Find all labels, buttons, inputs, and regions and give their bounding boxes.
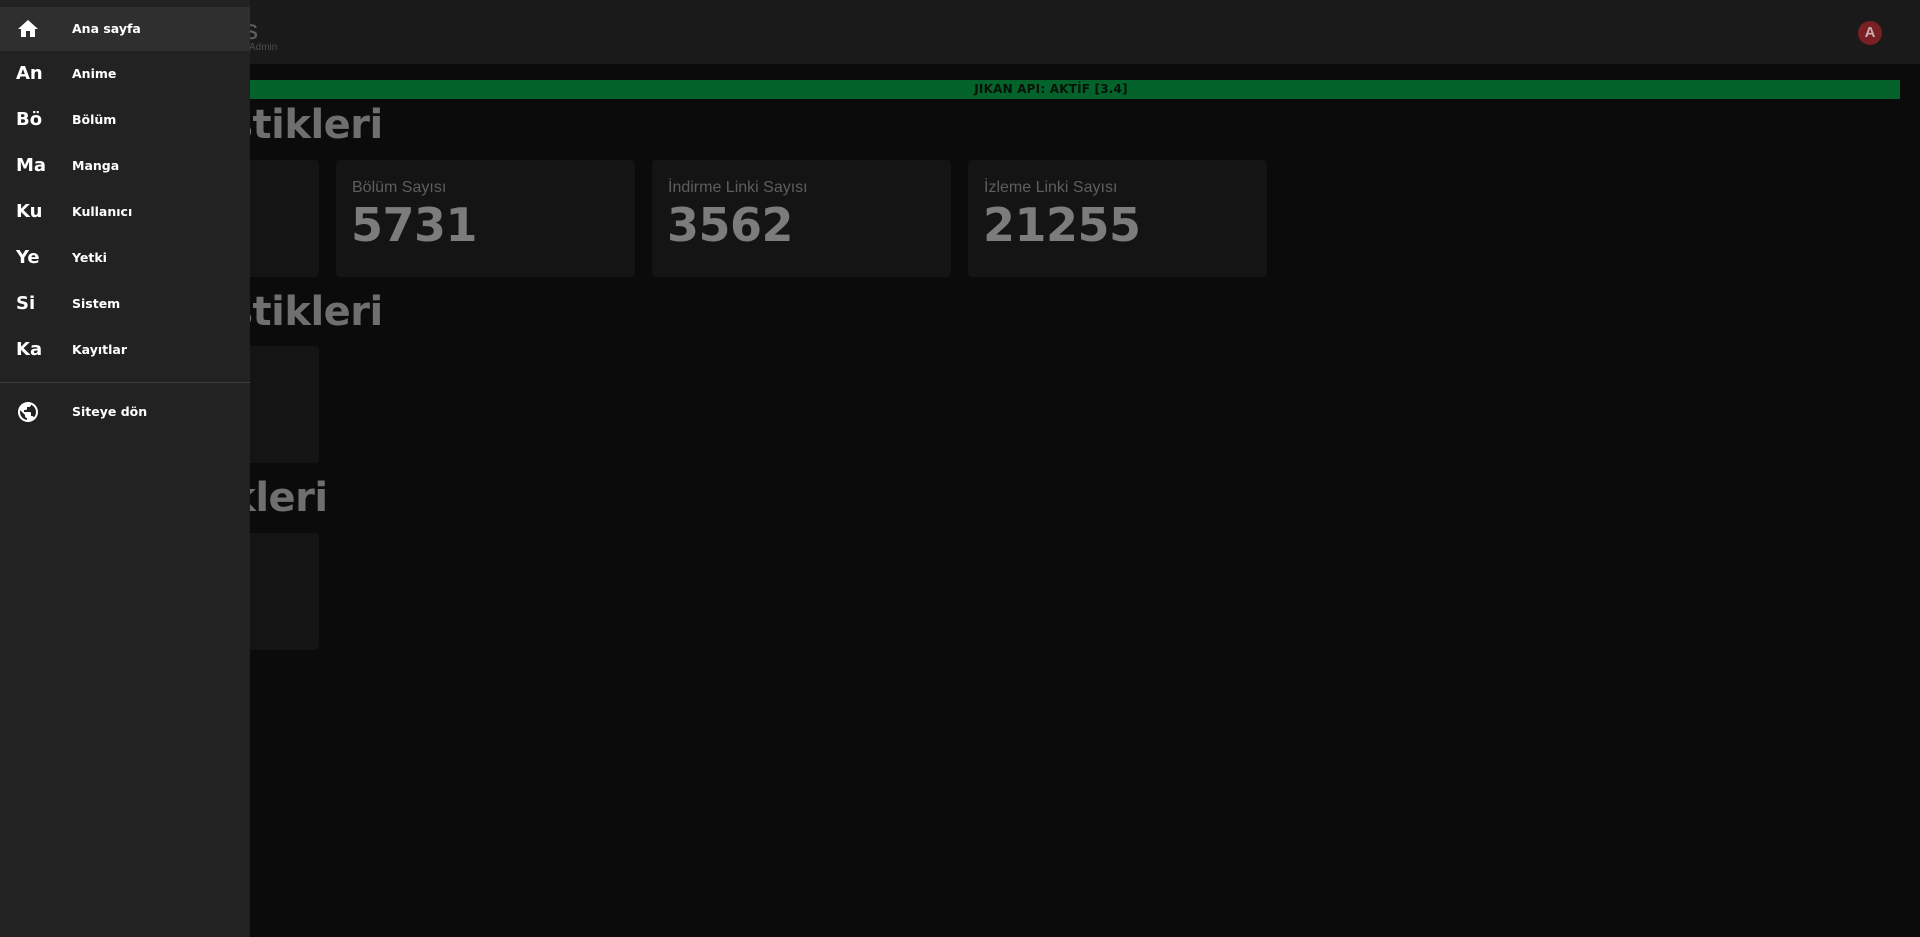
nav-item-abbr: Ku [16, 201, 43, 222]
nav-item-label: Bölüm [72, 112, 117, 127]
globe-icon [16, 400, 40, 424]
nav-item-label: Yetki [72, 250, 107, 265]
nav-item-label: Kullanıcı [72, 204, 133, 219]
nav-item-abbr: Ye [16, 247, 40, 268]
nav-item-abbr: Ma [16, 155, 47, 176]
nav-item-label: Anime [72, 66, 117, 81]
nav-item-back-to-site[interactable]: Siteye dön [0, 390, 250, 434]
nav-item-manga[interactable]: Ma Manga [0, 144, 250, 188]
nav-item-episode[interactable]: Bö Bölüm [0, 98, 250, 142]
nav-item-label: Kayıtlar [72, 342, 128, 357]
nav-item-home[interactable]: Ana sayfa [0, 7, 250, 51]
nav-item-anime[interactable]: An Anime [0, 52, 250, 96]
drawer-scrim[interactable] [0, 0, 1920, 937]
nav-item-abbr: Ka [16, 339, 43, 360]
drawer-divider [0, 382, 250, 383]
nav-item-user[interactable]: Ku Kullanıcı [0, 190, 250, 234]
nav-item-label: Manga [72, 158, 120, 173]
home-icon [16, 17, 40, 41]
nav-item-abbr: An [16, 63, 43, 84]
nav-item-abbr: Si [16, 293, 36, 314]
nav-item-label: Ana sayfa [72, 21, 141, 36]
nav-item-label: Sistem [72, 296, 121, 311]
navigation-drawer: Ana sayfa An Anime Bö Bölüm Ma Manga Ku … [0, 0, 250, 937]
nav-item-permission[interactable]: Ye Yetki [0, 236, 250, 280]
nav-item-logs[interactable]: Ka Kayıtlar [0, 328, 250, 372]
nav-item-abbr: Bö [16, 109, 43, 130]
nav-item-label: Siteye dön [72, 404, 148, 419]
nav-item-system[interactable]: Si Sistem [0, 282, 250, 326]
